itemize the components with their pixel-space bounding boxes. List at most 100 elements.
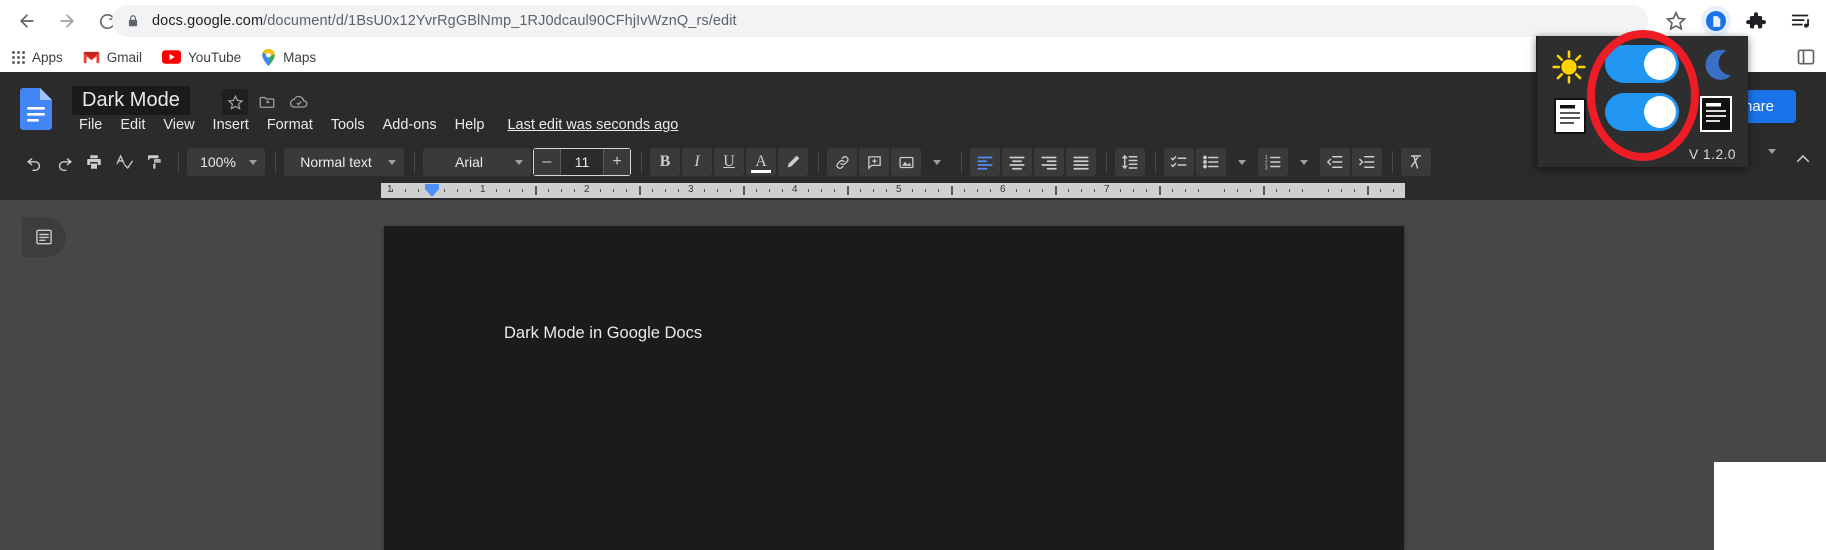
ruler-tick	[769, 189, 770, 192]
redo-button[interactable]	[50, 148, 78, 176]
ruler-tick	[886, 189, 887, 192]
light-dark-toggle-bottom[interactable]	[1605, 93, 1679, 131]
text-color-button[interactable]: A	[746, 148, 776, 176]
increase-indent-button[interactable]	[1352, 148, 1382, 176]
ruler-tick	[1393, 189, 1394, 192]
undo-button[interactable]	[20, 148, 48, 176]
font-size-decrease-button[interactable]: –	[534, 149, 560, 175]
font-family-dropdown[interactable]: Arial	[423, 148, 531, 176]
chevron-down-icon	[933, 159, 941, 165]
dark-mode-extension-icon	[1706, 11, 1726, 31]
cloud-saved-icon[interactable]	[286, 89, 312, 115]
toggle-knob	[1644, 48, 1676, 80]
bulleted-list-button[interactable]	[1196, 148, 1226, 176]
clear-formatting-button[interactable]	[1401, 148, 1431, 176]
bookmarks-overflow-icon[interactable]	[1796, 47, 1816, 67]
menu-add-ons[interactable]: Add-ons	[374, 114, 446, 136]
align-justify-button[interactable]	[1066, 148, 1096, 176]
collapse-toolbar-button[interactable]	[1794, 150, 1812, 168]
align-right-button[interactable]	[1034, 148, 1064, 176]
ruler-tick	[964, 189, 965, 192]
menu-tools[interactable]: Tools	[322, 114, 374, 136]
page-overlay-block	[1714, 462, 1826, 550]
ruler-tick	[938, 189, 939, 192]
zoom-dropdown[interactable]: 100%	[187, 148, 265, 176]
document-outline-button[interactable]	[22, 217, 66, 257]
numbered-list-dropdown[interactable]	[1290, 148, 1318, 176]
ruler-tick	[743, 186, 745, 195]
toolbar-mode-dropdown[interactable]	[1768, 149, 1776, 172]
italic-button[interactable]: I	[682, 148, 712, 176]
ruler-tick	[548, 189, 549, 192]
last-edit-status[interactable]: Last edit was seconds ago	[507, 117, 678, 133]
increase-indent-icon	[1359, 156, 1375, 168]
bookmark-label: Apps	[32, 49, 63, 65]
menu-view[interactable]: View	[154, 114, 203, 136]
address-bar[interactable]: docs.google.com/document/d/1BsU0x12YvrRg…	[112, 5, 1648, 37]
menu-help[interactable]: Help	[446, 114, 494, 136]
ruler-tick	[1029, 189, 1030, 192]
align-center-button[interactable]	[1002, 148, 1032, 176]
font-size-value[interactable]: 11	[560, 149, 604, 175]
ruler-tick	[613, 189, 614, 192]
print-button[interactable]	[80, 148, 108, 176]
spellcheck-button[interactable]	[110, 148, 138, 176]
highlight-color-button[interactable]	[778, 148, 808, 176]
lock-icon	[128, 15, 138, 27]
dark-mode-extension-button[interactable]	[1701, 6, 1731, 36]
ruler-strip[interactable]: 1 2 3 4 5 6 7 1	[381, 183, 1405, 198]
menu-edit[interactable]: Edit	[111, 114, 154, 136]
arrow-right-icon	[60, 14, 74, 28]
insert-image-button[interactable]	[891, 148, 921, 176]
ruler-tick	[821, 189, 822, 192]
google-docs-icon[interactable]	[20, 88, 52, 130]
paint-format-button[interactable]	[140, 148, 168, 176]
back-button[interactable]	[10, 4, 44, 38]
bookmark-apps[interactable]: Apps	[12, 45, 63, 69]
puzzle-piece-icon[interactable]	[1745, 10, 1767, 32]
decrease-indent-button[interactable]	[1320, 148, 1350, 176]
light-document-icon	[1554, 98, 1586, 134]
ruler-tick	[535, 186, 537, 195]
star-outline-icon	[226, 94, 244, 110]
document-page[interactable]: Dark Mode in Google Docs	[384, 226, 1404, 550]
ruler-tick	[990, 189, 991, 192]
paragraph-style-dropdown[interactable]: Normal text	[284, 148, 404, 176]
line-spacing-button[interactable]	[1115, 148, 1145, 176]
bookmark-gmail[interactable]: Gmail	[83, 45, 142, 69]
star-icon[interactable]	[222, 89, 248, 115]
font-size-stepper[interactable]: – 11 +	[533, 148, 631, 176]
bookmark-maps[interactable]: Maps	[261, 45, 316, 69]
font-size-increase-button[interactable]: +	[604, 149, 630, 175]
menu-insert[interactable]: Insert	[204, 114, 258, 136]
align-left-button[interactable]	[970, 148, 1000, 176]
bookmark-youtube[interactable]: YouTube	[162, 45, 241, 69]
insert-link-button[interactable]	[827, 148, 857, 176]
bold-button[interactable]: B	[650, 148, 680, 176]
bulleted-list-dropdown[interactable]	[1228, 148, 1256, 176]
spellcheck-icon	[116, 154, 133, 170]
ruler-tick	[860, 189, 861, 192]
bookmark-star-icon[interactable]	[1665, 10, 1687, 32]
insert-image-dropdown[interactable]	[923, 148, 951, 176]
reading-list-icon[interactable]	[1790, 10, 1812, 32]
ruler-tick	[496, 189, 497, 192]
move-to-folder-icon[interactable]	[254, 89, 280, 115]
toolbar-divider	[1106, 151, 1107, 173]
light-dark-toggle-top[interactable]	[1605, 45, 1679, 83]
add-comment-button[interactable]	[859, 148, 889, 176]
document-title[interactable]: Dark Mode	[72, 86, 190, 115]
document-body-text[interactable]: Dark Mode in Google Docs	[504, 324, 702, 343]
chevron-down-icon	[1238, 159, 1246, 165]
checklist-button[interactable]	[1164, 148, 1194, 176]
ruler-tick	[1081, 189, 1082, 192]
underline-button[interactable]: U	[714, 148, 744, 176]
numbered-list-button[interactable]: 1 2 3	[1258, 148, 1288, 176]
menu-file[interactable]: File	[70, 114, 111, 136]
ruler-tick	[977, 189, 978, 192]
text-color-swatch	[751, 170, 771, 173]
indent-marker[interactable]	[425, 183, 439, 198]
forward-button[interactable]	[50, 4, 84, 38]
menu-format[interactable]: Format	[258, 114, 322, 136]
gmail-icon	[83, 51, 100, 64]
